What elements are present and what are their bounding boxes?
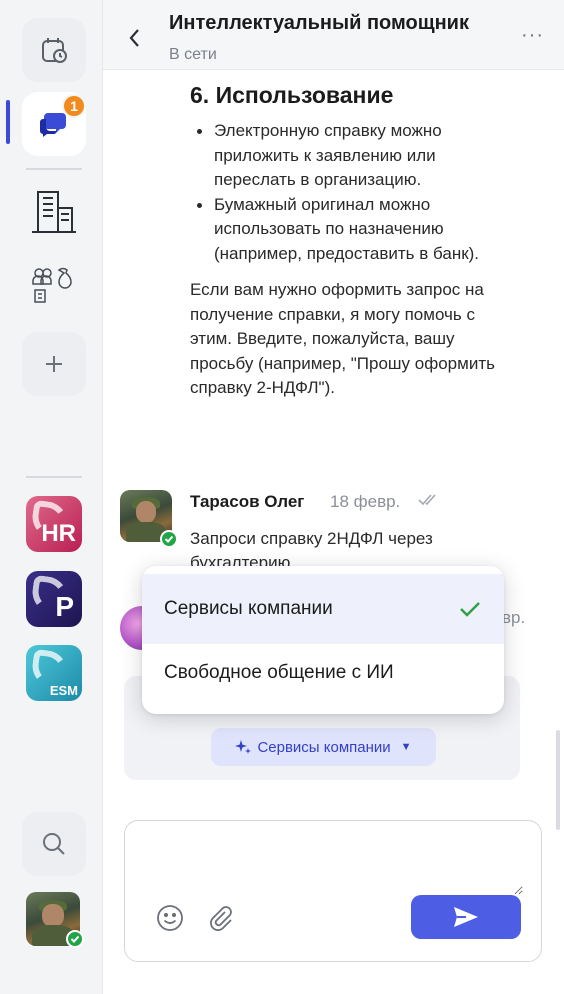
left-rail: 1 HR P ESM [0, 0, 103, 994]
bot-message: 6. Использование Электронную справку мож… [190, 82, 520, 401]
send-icon [454, 907, 478, 927]
add-button[interactable] [22, 332, 86, 396]
scrollbar[interactable] [556, 730, 560, 830]
message-heading: 6. Использование [190, 82, 394, 108]
building-icon [32, 191, 76, 233]
list-item: Бумажный оригинал можно использовать по … [190, 193, 520, 267]
mode-select-label: Сервисы компании [257, 738, 391, 756]
dropdown-option-free-chat[interactable]: Свободное общение с ИИ [142, 638, 504, 708]
message-date: 18 февр. [330, 492, 401, 511]
p-app-button[interactable]: P [26, 571, 82, 627]
calendar-button[interactable] [22, 18, 86, 82]
dropdown-option-company-services[interactable]: Сервисы компании [142, 574, 504, 644]
option-label: Свободное общение с ИИ [164, 662, 394, 683]
rail-divider [26, 476, 82, 478]
message-date: вр. [502, 608, 526, 627]
sparkle-icon [235, 740, 252, 754]
active-indicator [6, 100, 10, 144]
bullet-list: Электронную справку можно приложить к за… [190, 119, 520, 266]
more-options-button[interactable]: ··· [521, 24, 544, 47]
checkmark-icon [460, 602, 480, 617]
online-status-icon [66, 930, 84, 948]
read-check-icon [418, 494, 436, 506]
mode-dropdown: Сервисы компании Свободное общение с ИИ [142, 566, 504, 714]
chevron-down-icon: ▼ [400, 741, 412, 753]
mode-select-button[interactable]: Сервисы компании ▼ [211, 728, 436, 766]
hr-app-button[interactable]: HR [26, 496, 82, 552]
p-app-label: P [55, 591, 74, 622]
send-button[interactable] [411, 895, 521, 939]
hr-app-label: HR [41, 520, 76, 547]
message-text: Запроси справку 2НДФЛ через бухгалтерию [190, 529, 433, 567]
chat-title: Интеллектуальный помощник [169, 12, 469, 34]
list-item: Электронную справку можно приложить к за… [190, 119, 520, 193]
message-composer [124, 820, 542, 962]
rail-divider [26, 168, 82, 170]
calendar-clock-icon [42, 38, 67, 63]
chat-status: В сети [169, 46, 217, 63]
organization-button[interactable] [22, 180, 86, 244]
plus-icon [46, 356, 62, 372]
people-money-icon [32, 267, 72, 303]
online-status-icon [160, 530, 178, 548]
notification-badge: 1 [62, 94, 86, 118]
back-arrow-icon[interactable] [123, 26, 147, 50]
message-input[interactable] [143, 835, 523, 895]
option-label: Сервисы компании [164, 598, 333, 619]
chat-header: Интеллектуальный помощник В сети ··· [103, 0, 564, 70]
paperclip-icon[interactable] [205, 903, 235, 933]
emoji-icon[interactable] [155, 903, 185, 933]
services-group-button[interactable] [22, 254, 86, 318]
message-author: Тарасов Олег [190, 492, 305, 511]
esm-app-button[interactable]: ESM [26, 645, 82, 701]
search-button[interactable] [22, 812, 86, 876]
message-text: Если вам нужно оформить запрос на получе… [190, 280, 495, 397]
search-icon [43, 833, 65, 855]
esm-app-label: ESM [49, 683, 78, 698]
